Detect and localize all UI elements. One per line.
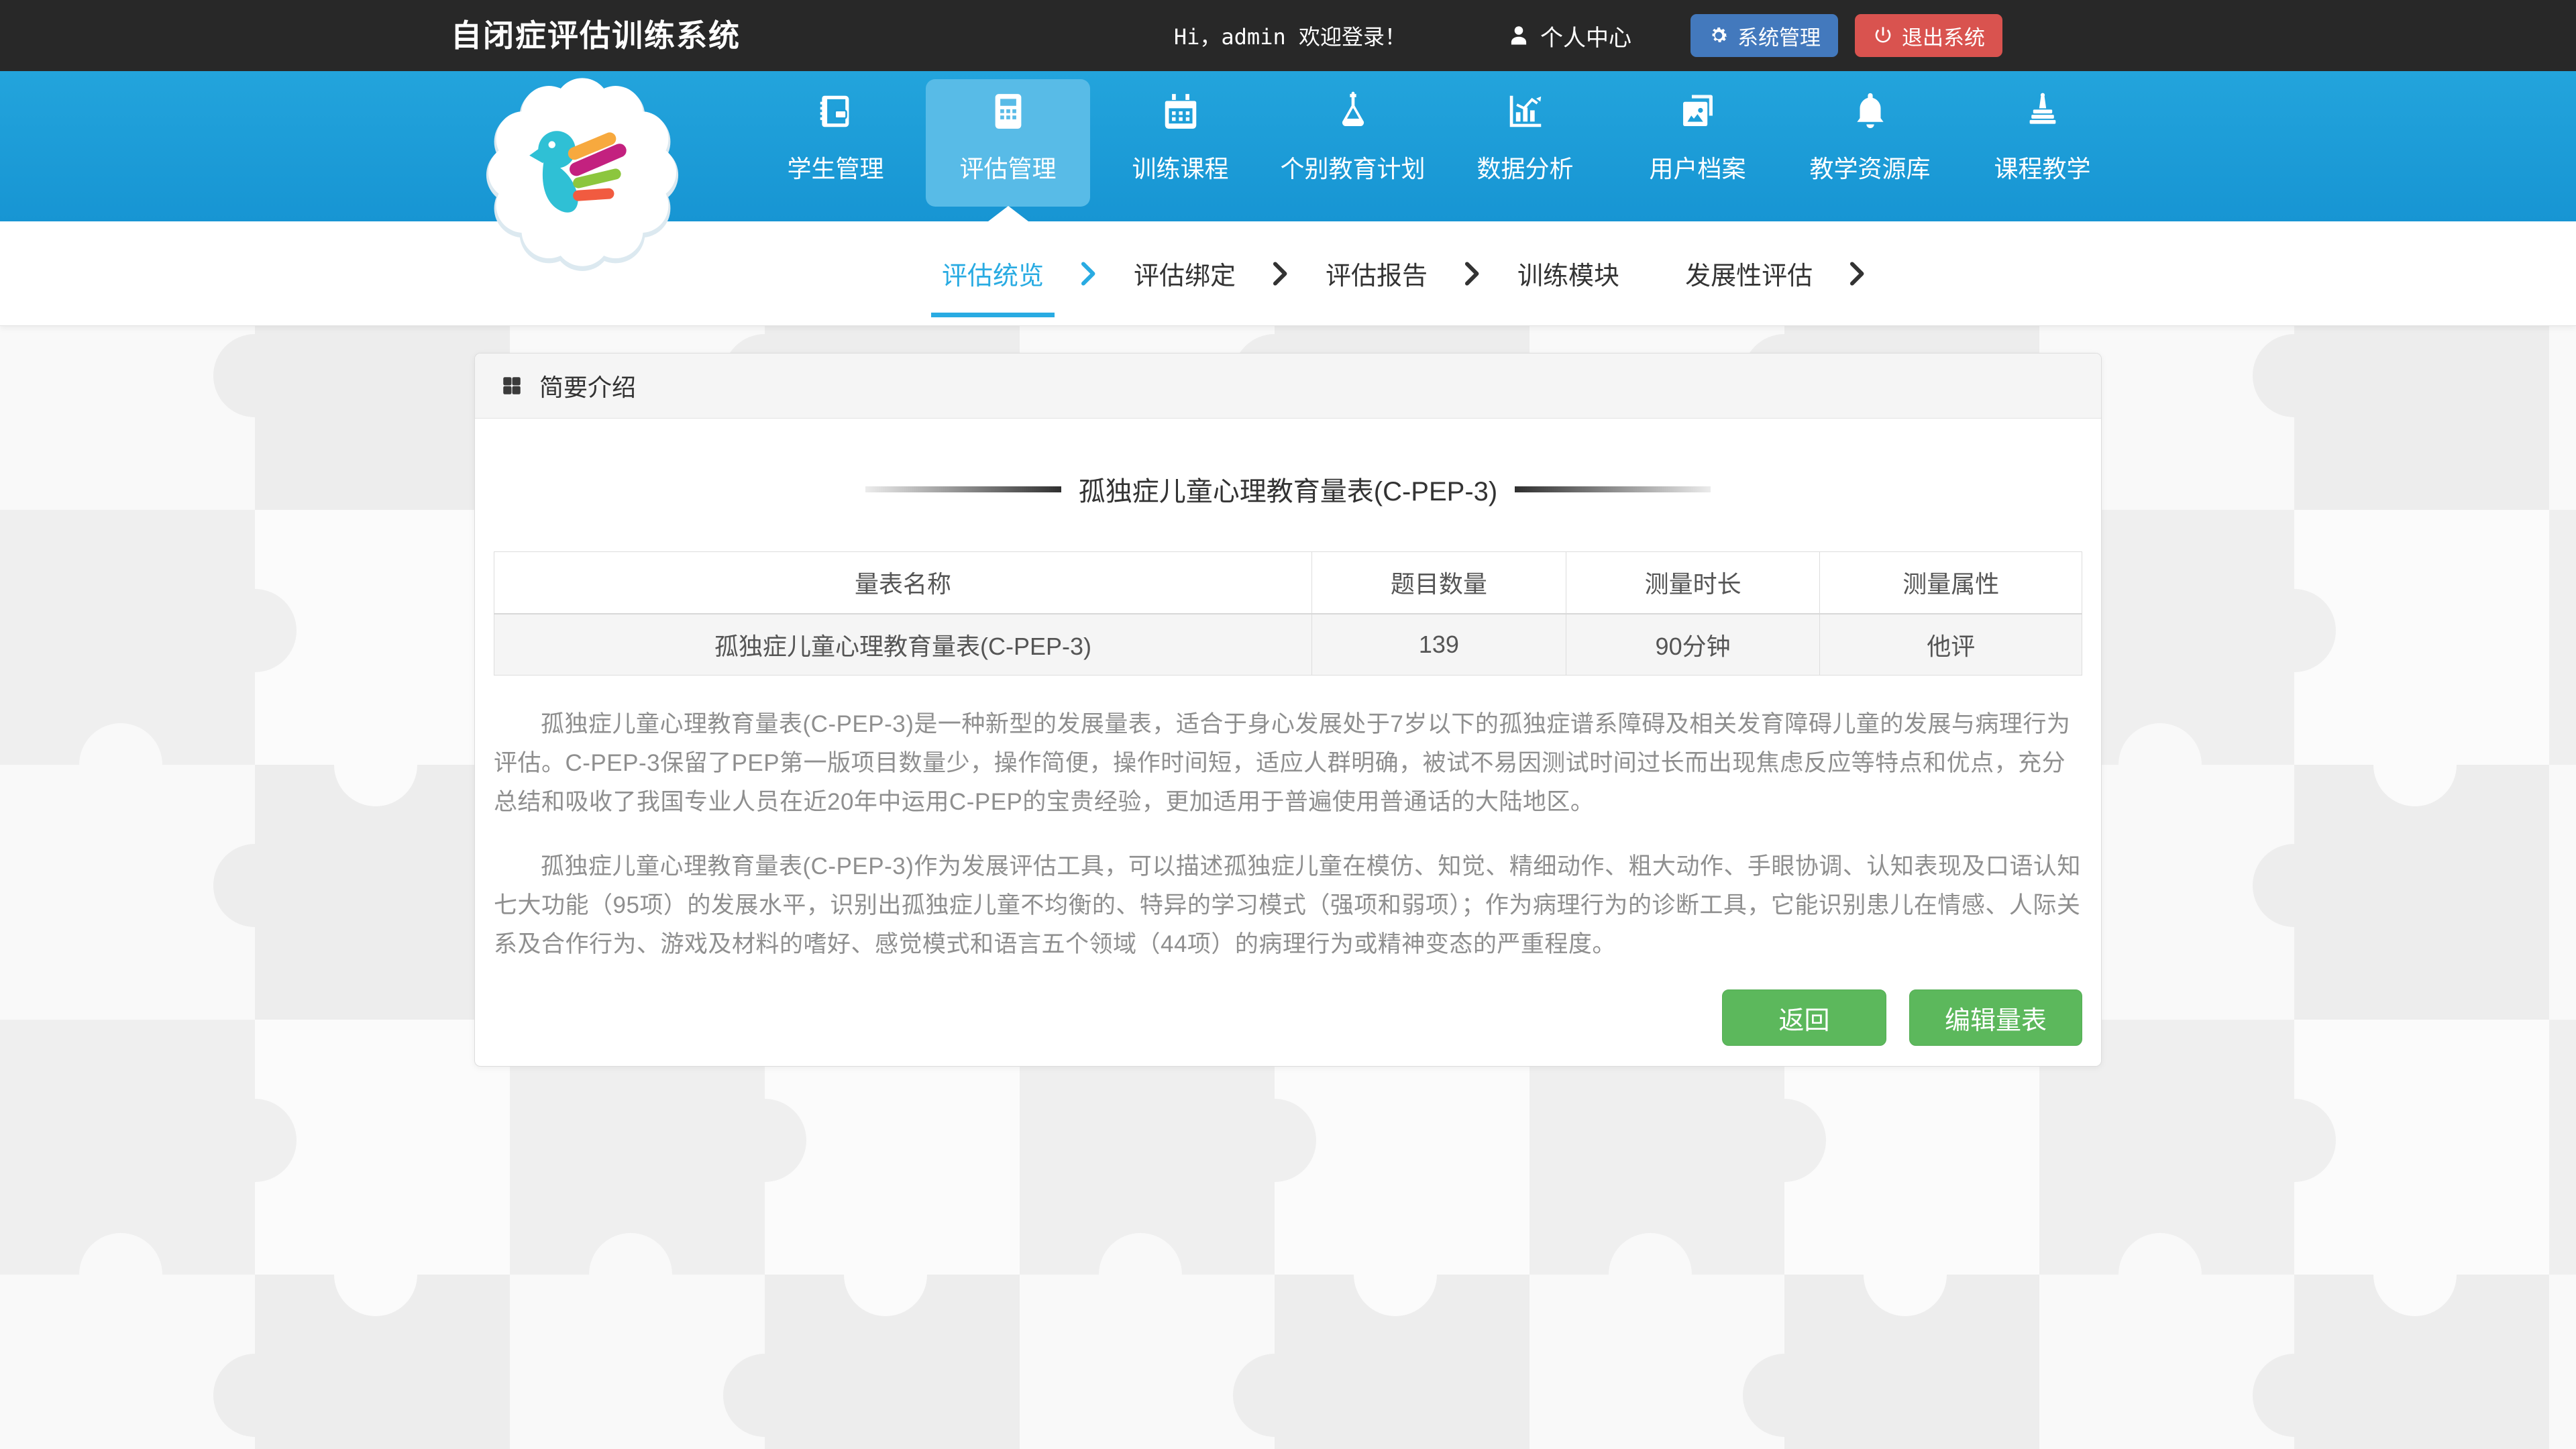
col-header-duration: 测量时长 [1566, 552, 1820, 614]
nav-item-assessment-manage[interactable]: 评估管理 [922, 71, 1094, 221]
description-paragraph: 孤独症儿童心理教育量表(C-PEP-3)是一种新型的发展量表，适合于身心发展处于… [494, 705, 2082, 822]
subnav-item-training-module[interactable]: 训练模块 [1515, 255, 1622, 292]
nav-item-student-manage[interactable]: 学生管理 [749, 71, 922, 221]
decorative-line-right [1515, 486, 1711, 492]
nav-menu: 学生管理 评估管理 训练课程 个别教育计划 数据分析 用户档案 教学资源库 课 [749, 71, 2129, 221]
user-archive-icon [1677, 91, 1719, 132]
table-row: 孤独症儿童心理教育量表(C-PEP-3) 139 90分钟 他评 [494, 614, 2082, 676]
nav-item-label: 训练课程 [1132, 150, 1228, 184]
nav-item-label: 课程教学 [1994, 150, 2090, 184]
col-header-attribute: 测量属性 [1820, 552, 2082, 614]
system-manage-button[interactable]: 系统管理 [1690, 14, 1838, 57]
subnav: 评估统览 评估绑定 评估报告 训练模块 发展性评估 [0, 221, 2576, 326]
profile-link[interactable]: 个人中心 [1507, 19, 1631, 52]
action-buttons: 返回 编辑量表 [494, 989, 2082, 1046]
panel-title: 简要介绍 [539, 368, 636, 403]
intro-panel: 简要介绍 孤独症儿童心理教育量表(C-PEP-3) 量表名称 题目数量 测量时长… [474, 353, 2102, 1067]
description-paragraph: 孤独症儿童心理教育量表(C-PEP-3)作为发展评估工具，可以描述孤独症儿童在模… [494, 847, 2082, 964]
col-header-item-count: 题目数量 [1312, 552, 1566, 614]
chevron-right-icon [1080, 260, 1097, 287]
nav-item-resource-library[interactable]: 教学资源库 [1784, 71, 1956, 221]
logout-button[interactable]: 退出系统 [1855, 14, 2002, 57]
cell-duration: 90分钟 [1566, 614, 1820, 676]
system-manage-label: 系统管理 [1737, 21, 1821, 51]
decorative-line-left [865, 486, 1061, 492]
nav-item-label: 学生管理 [787, 150, 883, 184]
nav-item-course-teaching[interactable]: 课程教学 [1956, 71, 2129, 221]
iep-flask-icon [1332, 91, 1374, 132]
subnav-item-developmental[interactable]: 发展性评估 [1682, 255, 1815, 292]
nav-item-label: 用户档案 [1649, 150, 1746, 184]
edit-scale-button[interactable]: 编辑量表 [1909, 989, 2082, 1046]
nav-item-training-course[interactable]: 训练课程 [1094, 71, 1267, 221]
course-teaching-icon [2022, 91, 2063, 132]
chevron-right-icon [1272, 260, 1289, 287]
panel-header: 简要介绍 [475, 354, 2101, 419]
nav-item-label: 数据分析 [1477, 150, 1573, 184]
subnav-item-overview[interactable]: 评估统览 [939, 255, 1046, 292]
col-header-scale-name: 量表名称 [494, 552, 1312, 614]
welcome-text: Hi，admin 欢迎登录！ [1174, 20, 1406, 51]
cell-scale-name: 孤独症儿童心理教育量表(C-PEP-3) [494, 614, 1312, 676]
data-analytics-icon [1505, 91, 1546, 132]
student-manage-icon [815, 91, 857, 132]
nav-item-label: 评估管理 [959, 150, 1056, 184]
nav-item-label: 教学资源库 [1809, 150, 1930, 184]
app-logo [484, 75, 680, 271]
nav-item-label: 个别教育计划 [1280, 150, 1425, 184]
back-button[interactable]: 返回 [1722, 989, 1886, 1046]
assessment-manage-icon [987, 91, 1029, 132]
logout-label: 退出系统 [1902, 21, 1985, 51]
nav-item-data-analytics[interactable]: 数据分析 [1439, 71, 1611, 221]
subnav-item-binding[interactable]: 评估绑定 [1131, 255, 1238, 292]
resource-bell-icon [1849, 91, 1891, 132]
grid-icon [500, 374, 523, 397]
training-course-icon [1160, 91, 1201, 132]
app-title: 自闭症评估训练系统 [451, 0, 741, 71]
scale-title-row: 孤独症儿童心理教育量表(C-PEP-3) [494, 470, 2082, 508]
scale-info-table: 量表名称 题目数量 测量时长 测量属性 孤独症儿童心理教育量表(C-PEP-3)… [494, 551, 2082, 676]
topbar: 自闭症评估训练系统 Hi，admin 欢迎登录！ 个人中心 系统管理 退出系统 [0, 0, 2576, 71]
subnav-item-report[interactable]: 评估报告 [1323, 255, 1430, 292]
profile-label: 个人中心 [1540, 19, 1631, 52]
nav-item-user-archive[interactable]: 用户档案 [1611, 71, 1784, 221]
gear-icon [1708, 25, 1729, 46]
user-icon [1507, 23, 1531, 48]
cell-item-count: 139 [1312, 614, 1566, 676]
table-header-row: 量表名称 题目数量 测量时长 测量属性 [494, 552, 2082, 614]
scale-title: 孤独症儿童心理教育量表(C-PEP-3) [1079, 470, 1497, 508]
power-icon [1872, 25, 1894, 46]
nav-item-iep[interactable]: 个别教育计划 [1267, 71, 1439, 221]
scale-description: 孤独症儿童心理教育量表(C-PEP-3)是一种新型的发展量表，适合于身心发展处于… [494, 705, 2082, 964]
content-area: 简要介绍 孤独症儿童心理教育量表(C-PEP-3) 量表名称 题目数量 测量时长… [0, 326, 2576, 1067]
main-navbar: 学生管理 评估管理 训练课程 个别教育计划 数据分析 用户档案 教学资源库 课 [0, 71, 2576, 221]
chevron-right-icon [1464, 260, 1481, 287]
cell-attribute: 他评 [1820, 614, 2082, 676]
chevron-right-icon [1849, 260, 1866, 287]
